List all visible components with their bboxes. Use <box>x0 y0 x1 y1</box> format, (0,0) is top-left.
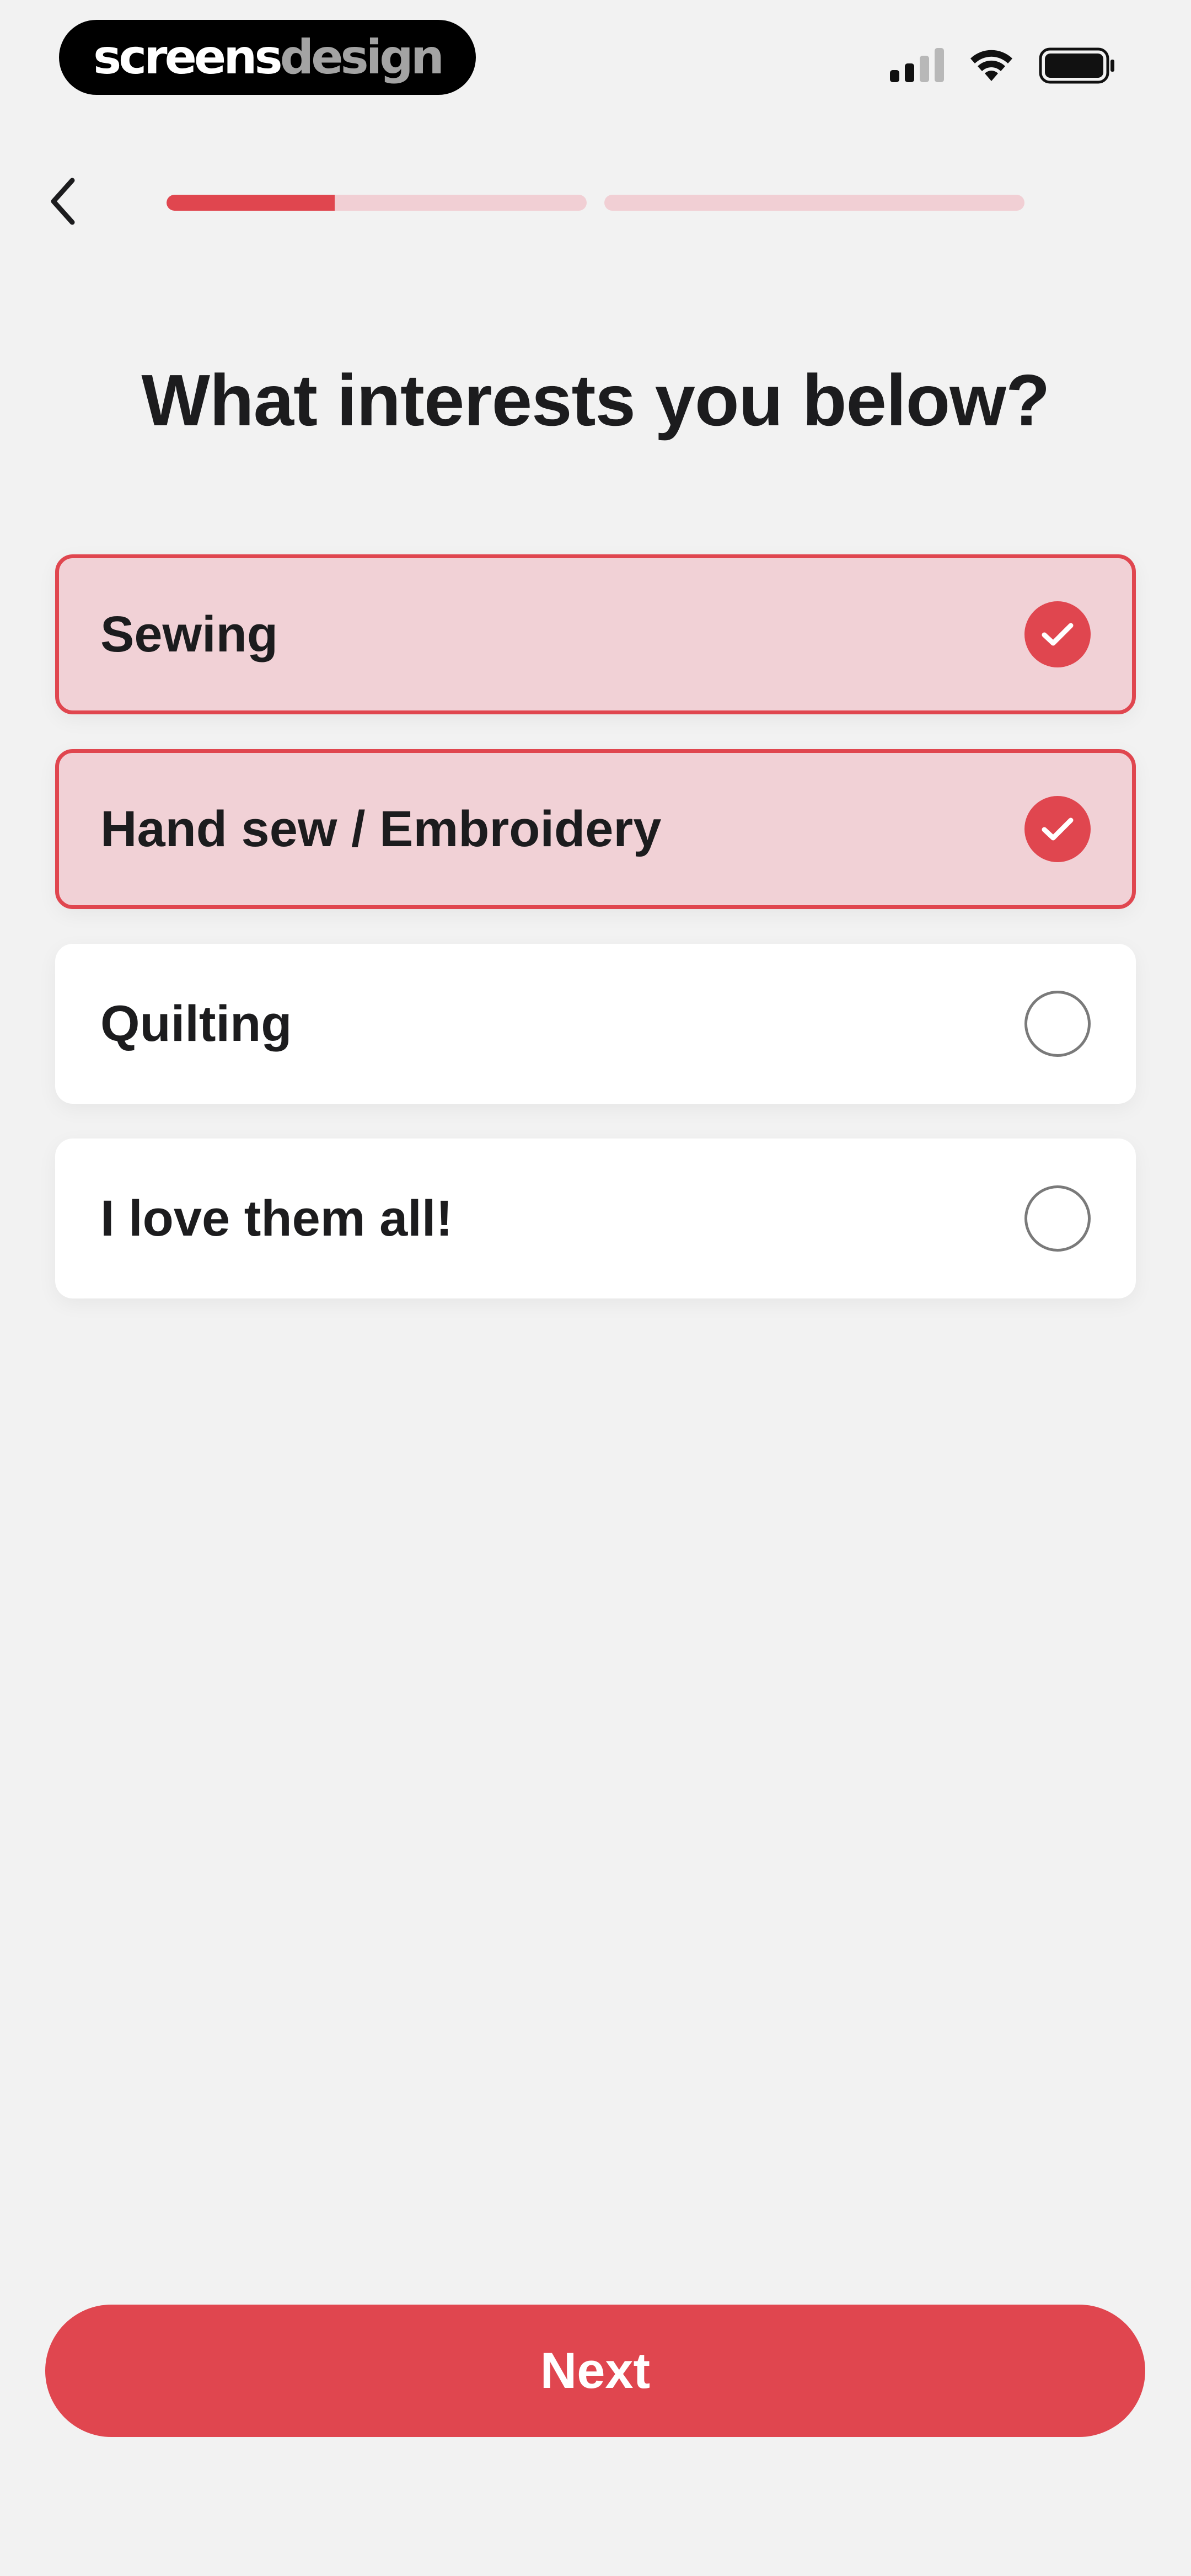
option-sewing[interactable]: Sewing <box>55 554 1136 714</box>
check-icon <box>1024 796 1091 862</box>
interest-options: Sewing Hand sew / Embroidery Quilting I … <box>55 554 1136 1333</box>
battery-icon <box>1039 47 1114 84</box>
brand-logo-part2: design <box>280 30 444 85</box>
check-icon <box>1024 601 1091 667</box>
page-title: What interests you below? <box>141 360 1050 441</box>
wifi-icon <box>970 50 1012 81</box>
progress-segment-2 <box>604 195 1024 211</box>
radio-circle-icon <box>1024 1185 1091 1252</box>
radio-circle-icon <box>1024 991 1091 1057</box>
option-quilting[interactable]: Quilting <box>55 944 1136 1104</box>
onboarding-screen: screensdesign What interests you below? <box>0 0 1191 2576</box>
option-label: I love them all! <box>100 1190 453 1247</box>
progress-segment-1-fill <box>167 195 335 211</box>
option-hand-sew-embroidery[interactable]: Hand sew / Embroidery <box>55 749 1136 909</box>
brand-logo-part1: screens <box>93 30 283 85</box>
cellular-signal-icon <box>890 48 944 82</box>
option-love-them-all[interactable]: I love them all! <box>55 1139 1136 1298</box>
progress-segment-1 <box>167 195 587 211</box>
option-label: Hand sew / Embroidery <box>100 800 662 857</box>
next-button[interactable]: Next <box>45 2305 1145 2437</box>
option-label: Quilting <box>100 995 292 1052</box>
back-button[interactable] <box>39 171 88 232</box>
option-label: Sewing <box>100 606 278 662</box>
brand-logo: screens design <box>59 20 476 95</box>
status-icons <box>890 47 1116 84</box>
chevron-left-icon <box>51 178 75 225</box>
